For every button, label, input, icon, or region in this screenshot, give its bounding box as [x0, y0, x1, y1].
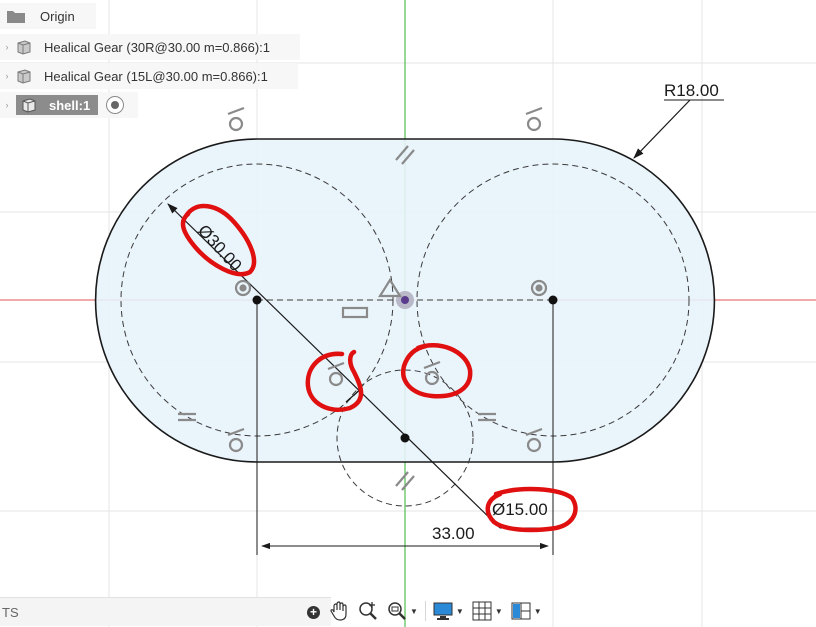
browser-body-row-gear-30[interactable]: › Healical Gear (30R@30.00 m=0.866):1 — [0, 34, 300, 60]
origin-point-core — [401, 296, 409, 304]
chevron-down-icon[interactable]: ▼ — [410, 607, 418, 616]
display-settings-icon[interactable]: ▼ — [432, 599, 464, 623]
browser-body-row-gear-15[interactable]: › Healical Gear (15L@30.00 m=0.866):1 — [0, 63, 298, 89]
add-comment-icon[interactable]: + — [307, 605, 320, 619]
activate-radio-icon[interactable] — [106, 96, 125, 114]
component-label: shell:1 — [49, 97, 91, 113]
folder-icon — [6, 7, 26, 25]
small-center-point[interactable] — [400, 433, 410, 443]
body-label: Healical Gear (15L@30.00 m=0.866):1 — [44, 68, 268, 84]
navigation-toolbar: ▼ ▼ ▼ ▼ — [328, 597, 550, 625]
toolbar-divider — [424, 601, 426, 621]
zoom-window-icon[interactable]: ▼ — [386, 599, 418, 623]
origin-label: Origin — [40, 8, 75, 24]
chevron-down-icon[interactable]: ▼ — [534, 607, 542, 616]
chevron-down-icon[interactable]: ▼ — [456, 607, 464, 616]
radius-dimension-text[interactable]: R18.00 — [664, 81, 719, 100]
expand-chevron-icon[interactable]: › — [0, 100, 14, 110]
browser-component-row-shell[interactable]: › shell:1 — [0, 92, 138, 118]
viewports-icon[interactable]: ▼ — [510, 599, 542, 623]
component-icon — [19, 96, 39, 114]
tangent-icon[interactable] — [525, 106, 543, 132]
expand-chevron-icon[interactable]: › — [0, 42, 14, 52]
expand-chevron-icon[interactable]: › — [0, 71, 14, 81]
small-diameter-dimension-text[interactable]: Ø15.00 — [492, 500, 548, 519]
body-label: Healical Gear (30R@30.00 m=0.866):1 — [44, 39, 271, 55]
active-component[interactable]: shell:1 — [16, 95, 99, 115]
tangent-icon[interactable] — [227, 106, 245, 132]
comments-label: TS — [2, 604, 19, 620]
pan-icon[interactable] — [328, 599, 350, 623]
distance-dimension-text[interactable]: 33.00 — [432, 524, 475, 543]
chevron-down-icon[interactable]: ▼ — [495, 607, 503, 616]
right-center-point[interactable] — [548, 295, 558, 305]
body-icon — [14, 67, 34, 85]
grid-settings-icon[interactable]: ▼ — [471, 599, 503, 623]
comments-bar[interactable]: TS + — [0, 597, 331, 626]
radius-leader[interactable] — [633, 99, 691, 159]
left-center-point[interactable] — [252, 295, 262, 305]
zoom-icon[interactable] — [357, 599, 379, 623]
browser-origin-row[interactable]: Origin — [0, 3, 96, 29]
body-icon — [14, 38, 34, 56]
